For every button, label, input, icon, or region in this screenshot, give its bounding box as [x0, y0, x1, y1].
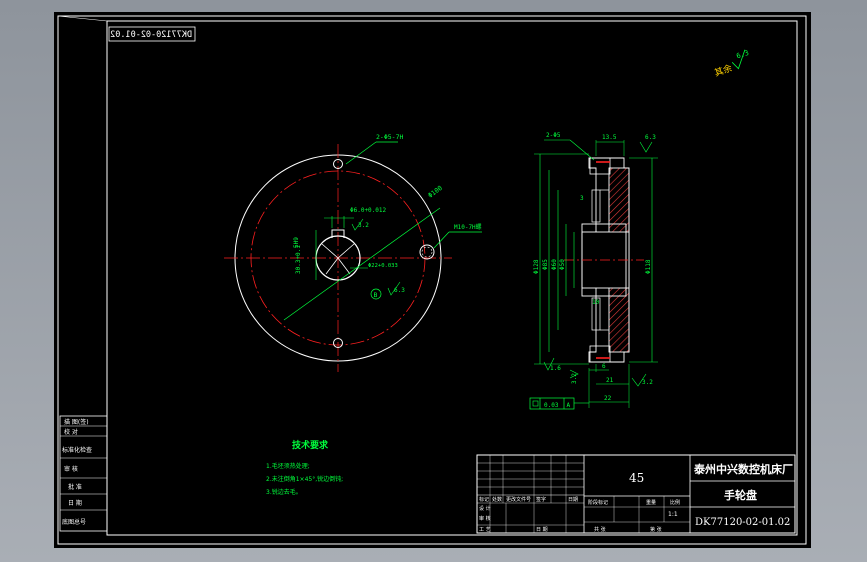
left-binding-strip: 描 图(签) 校 对 标准化检查 审 核 批 准 日 期 底图总号 — [59, 415, 108, 532]
strip-label-std: 标准化检查 — [62, 446, 92, 454]
cad-canvas: 描 图(签) 校 对 标准化检查 审 核 批 准 日 期 底图总号 DK7712… — [54, 12, 811, 548]
tap-callout: M10-7H螺 — [454, 223, 482, 231]
strip-label-base: 底图总号 — [62, 518, 86, 526]
tech-requirements: 技术要求 1.毛坯须热处理; 2.未注倒角1×45°,锐边倒钝; 3.锐边去毛。 — [266, 439, 343, 496]
dim-21: 21 — [606, 377, 614, 384]
sheet-inner-border — [106, 20, 798, 536]
rev-h-count: 处数 — [492, 496, 502, 503]
strip-label-review: 审 核 — [64, 465, 78, 473]
flatness-frame: 0.03 A — [529, 397, 589, 410]
dia-right: Φ118 — [645, 259, 652, 274]
title-block: 标记 处数 更改文件号 签字 日期 设 计 审 核 工 艺 日 期 45 阶段标… — [476, 454, 796, 534]
dim-6: 6 — [602, 363, 606, 370]
material: 45 — [629, 471, 644, 485]
dia-outer: Φ128 — [533, 259, 540, 274]
tech-req-item-3: 3.锐边去毛。 — [266, 488, 302, 496]
code-box-text: DK77120-02-01.02 — [110, 30, 192, 40]
dim-22: 22 — [604, 395, 612, 402]
keyway-dim: Φ6.0+0.012 — [350, 207, 387, 214]
tech-req-item-1: 1.毛坯须热处理; — [266, 462, 310, 470]
strip-label-check: 校 对 — [64, 428, 78, 436]
tech-req-title: 技术要求 — [292, 439, 329, 451]
ra-bottom-left: 1.6 — [550, 365, 561, 372]
position-tol: Φ22+0.033 — [368, 263, 398, 269]
row-date: 日 期 — [536, 527, 548, 533]
weight-label: 重量 — [646, 499, 656, 506]
code-box: DK77120-02-01.02 — [108, 26, 196, 42]
dia-inner2: Φ60 — [551, 259, 558, 270]
roughness-rest: 其余 6.3 — [713, 49, 750, 79]
row-review: 审 核 — [479, 515, 491, 522]
dim-10: 10 — [592, 299, 600, 306]
hole-callout: 2-Φ5-7H — [376, 133, 403, 141]
tech-req-item-2: 2.未注倒角1×45°,锐边倒钝; — [266, 475, 343, 483]
scale-value: 1:1 — [668, 511, 678, 518]
row-design: 设 计 — [479, 505, 491, 512]
flatness-datum: A — [567, 402, 571, 409]
drawing-sheet: 描 图(签) 校 对 标准化检查 审 核 批 准 日 期 底图总号 DK7712… — [57, 15, 807, 545]
sheet-total: 共 张 — [594, 526, 606, 533]
strip-label-date: 日 期 — [68, 499, 82, 507]
key-depth: 30.3+0.1 — [295, 245, 302, 274]
rev-h-sign: 签字 — [536, 496, 546, 503]
ra-bottom-right: 3.2 — [642, 379, 653, 386]
sheet-current: 第 张 — [650, 526, 662, 533]
roughness-rest-value: 6.3 — [735, 49, 750, 61]
row-process: 工 艺 — [479, 527, 491, 533]
part-name: 手轮盘 — [724, 488, 757, 502]
flatness-tol: 0.03 — [544, 402, 559, 409]
roughness-rest-label: 其余 — [713, 62, 734, 79]
dim-3: 3 — [580, 195, 584, 202]
rev-h-date: 日期 — [568, 497, 578, 503]
dia-inner3: Φ50 — [559, 259, 566, 270]
strip-label-draw: 描 图(签) — [64, 418, 89, 426]
width-top: 13.5 — [602, 134, 617, 141]
circle-dia: Φ100 — [426, 184, 443, 200]
company-name: 泰州中兴数控机床厂 — [693, 462, 793, 476]
rev-h-doc: 更改文件号 — [506, 496, 531, 503]
ra-top: 6.3 — [645, 134, 656, 141]
dia-inner1: Φ85 — [542, 259, 549, 270]
stage-mark: 阶段标记 — [588, 499, 608, 506]
rev-h-mark: 标记 — [479, 496, 489, 503]
scale-label: 比例 — [670, 499, 680, 506]
drawing-number: DK77120-02-01.02 — [695, 517, 790, 528]
datum-b: B — [374, 291, 378, 299]
front-view: 2-Φ5-7H Φ6.0+0.012 3.2 Φ100 M10-7H螺 5H9 … — [224, 133, 482, 372]
tap-hole — [419, 244, 435, 260]
section-view: Φ128 Φ85 Φ60 Φ50 Φ118 2-Φ5 13.5 6.3 3 10… — [529, 132, 658, 410]
section-hole: 2-Φ5 — [546, 132, 561, 139]
strip-label-approve: 批 准 — [68, 483, 82, 491]
